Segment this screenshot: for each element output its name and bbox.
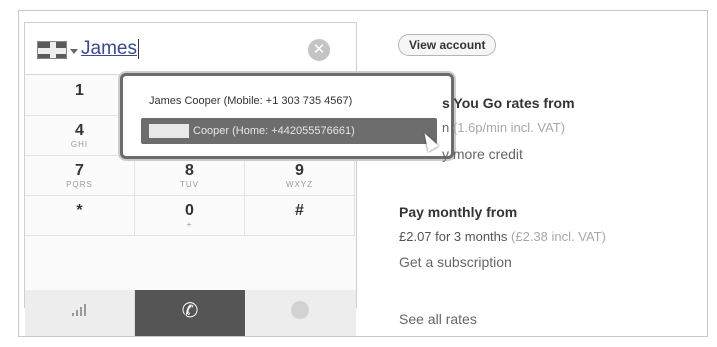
pay-monthly-title: Pay monthly from [399, 204, 518, 220]
key-8[interactable]: 8 TUV [135, 156, 245, 196]
key-4[interactable]: 4 GHI [25, 116, 135, 156]
payg-rates-title: s You Go rates from [442, 95, 575, 111]
signal-button[interactable] [25, 290, 135, 336]
buy-credit-link[interactable]: y more credit [442, 146, 523, 162]
chat-icon [291, 301, 309, 319]
phone-icon: ✆ [181, 300, 199, 322]
number-input[interactable]: James [81, 35, 281, 63]
suggestion-item-selected[interactable]: Cooper (Home: +442055576661) [141, 118, 437, 144]
key-1[interactable]: 1 [25, 76, 135, 116]
number-entry-row: James ✕ [25, 23, 356, 75]
monthly-rate-line: £2.07 for 3 months (£2.38 incl. VAT) [399, 229, 606, 244]
call-button[interactable]: ✆ [135, 290, 245, 336]
key-star[interactable]: * [25, 196, 135, 236]
uk-flag-icon[interactable] [37, 41, 67, 59]
contact-suggestions-popup: James Cooper (Mobile: +1 303 735 4567) C… [120, 73, 454, 159]
payg-rate-line: n (1.6p/min incl. VAT) [442, 120, 566, 135]
key-0[interactable]: 0 + [135, 196, 245, 236]
redacted-name [149, 124, 189, 139]
clear-icon[interactable]: ✕ [308, 39, 330, 61]
suggestion-item[interactable]: James Cooper (Mobile: +1 303 735 4567) [141, 88, 437, 114]
dialpad-actions: ✆ [25, 290, 356, 336]
see-all-rates-link[interactable]: See all rates [399, 311, 477, 327]
dialpad-panel: James ✕ 1 4 GHI 7 PQRS 8 TUV 9 WXYZ * 0 [24, 22, 357, 336]
key-hash[interactable]: # [245, 196, 355, 236]
key-7[interactable]: 7 PQRS [25, 156, 135, 196]
signal-icon [72, 304, 88, 316]
chevron-down-icon[interactable] [70, 49, 78, 54]
get-subscription-link[interactable]: Get a subscription [399, 254, 512, 270]
view-account-button[interactable]: View account [398, 34, 497, 56]
key-9[interactable]: 9 WXYZ [245, 156, 355, 196]
chat-button[interactable] [245, 290, 356, 336]
